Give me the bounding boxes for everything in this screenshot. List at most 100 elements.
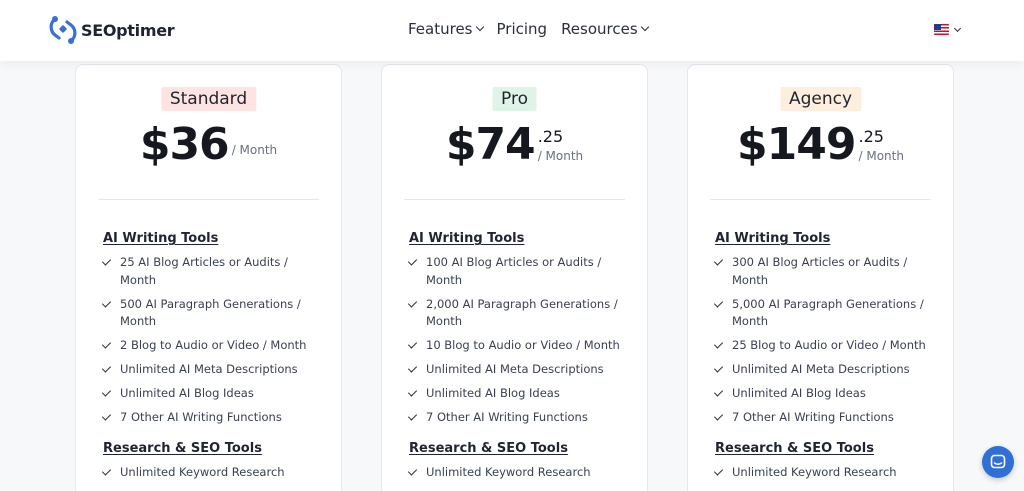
feature-item: Unlimited AI Meta Descriptions — [713, 361, 937, 379]
divider — [404, 199, 625, 200]
feature-item-label: Unlimited AI Blog Ideas — [732, 386, 866, 400]
nav-pricing[interactable]: Pricing — [497, 20, 548, 38]
feature-item: 300 AI Blog Articles or Audits / Month — [713, 254, 937, 289]
nav-pricing-label: Pricing — [496, 20, 548, 38]
plan-name: Pro — [492, 87, 537, 111]
feature-item: 7 Other AI Writing Functions — [101, 409, 325, 427]
feature-item-label: Unlimited Keyword Research — [120, 464, 285, 479]
feature-item: 7 Other AI Writing Functions — [713, 409, 937, 427]
feature-item: Unlimited Keyword Research — [101, 464, 325, 482]
feature-item: 5,000 AI Paragraph Generations / Month — [713, 296, 937, 331]
feature-item-label: Unlimited AI Meta Descriptions — [426, 362, 604, 376]
nav-features-label: Features — [408, 20, 473, 38]
feature-item-label: Unlimited AI Meta Descriptions — [732, 362, 910, 376]
price-period: / Month — [231, 143, 278, 157]
feature-item: 100 AI Blog Articles or Audits / Month — [407, 254, 631, 289]
feature-item-label: 100 AI Blog Articles or Audits / Month — [426, 255, 602, 287]
chat-icon — [990, 454, 1006, 469]
plan-card-pro: Pro $74.25 / Month AI Writing Tools 100 AI B… — [381, 64, 648, 491]
logo[interactable]: SEOptimer — [48, 14, 175, 46]
logo-text: SEOptimer — [81, 20, 175, 40]
feature-item: Unlimited AI Meta Descriptions — [407, 361, 631, 379]
nav-resources-label: Resources — [561, 20, 638, 38]
feature-item-label: Unlimited Keyword Research — [732, 464, 897, 479]
feature-item-label: Unlimited AI Blog Ideas — [426, 386, 560, 400]
divider — [710, 199, 931, 200]
us-flag-icon — [934, 24, 949, 35]
chat-button[interactable] — [982, 446, 1014, 478]
feature-section-title[interactable]: AI Writing Tools — [103, 231, 325, 246]
feature-item-label: Unlimited AI Meta Descriptions — [120, 362, 298, 376]
checkmark-icon — [407, 339, 418, 349]
feature-item-label: Unlimited AI Blog Ideas — [120, 386, 254, 400]
feature-item: Unlimited AI Meta Descriptions — [101, 361, 325, 379]
price-side: .25 / Month — [537, 123, 584, 164]
language-selector[interactable] — [934, 24, 962, 35]
feature-item: 7 Other AI Writing Functions — [407, 409, 631, 427]
checkmark-icon — [713, 256, 724, 266]
seoptimer-logo-icon — [49, 16, 77, 44]
feature-section-title[interactable]: Research & SEO Tools — [715, 441, 937, 456]
plan-card-standard: Standard $36/ Month AI Writing Tools 25 AI … — [75, 64, 342, 491]
plan-price: $74.25/ Month — [382, 123, 647, 167]
checkmark-icon — [101, 387, 112, 397]
feature-item-label: Unlimited Keyword Research — [426, 464, 591, 479]
chevron-down-icon — [953, 24, 962, 32]
feature-item: 500 AI Paragraph Generations / Month — [101, 296, 325, 331]
feature-item: Track 25 Keywords Across 1 Sites — [101, 488, 325, 491]
chevron-down-icon — [475, 22, 484, 32]
feature-item: Unlimited Keyword Research — [713, 464, 937, 482]
checkmark-icon — [713, 363, 724, 373]
checkmark-icon — [101, 339, 112, 349]
price-side: / Month — [232, 123, 277, 157]
price-amount: $149 — [737, 119, 856, 170]
feature-section-title[interactable]: Research & SEO Tools — [409, 441, 631, 456]
feature-item-label: 7 Other AI Writing Functions — [120, 410, 282, 424]
plan-price: $149.25/ Month — [688, 123, 953, 167]
checkmark-icon — [713, 465, 724, 476]
feature-section-title[interactable]: AI Writing Tools — [715, 231, 937, 246]
feature-item: 2,000 AI Paragraph Generations / Month — [407, 296, 631, 331]
checkmark-icon — [407, 411, 418, 421]
feature-item-label: 10 Blog to Audio or Video / Month — [426, 338, 620, 352]
plan-card-agency: Agency $149.25 / Month AI Writing Tools 300 … — [687, 64, 954, 491]
feature-section-title[interactable]: AI Writing Tools — [409, 231, 631, 246]
price-period: / Month — [537, 149, 584, 163]
checkmark-icon — [407, 256, 418, 266]
checkmark-icon — [101, 256, 112, 266]
checkmark-icon — [407, 297, 418, 308]
chevron-down-icon — [640, 22, 649, 32]
feature-item-label: 500 AI Paragraph Generations / Month — [120, 296, 301, 329]
checkmark-icon — [407, 465, 418, 476]
feature-item-label: 5,000 AI Paragraph Generations / Month — [732, 296, 924, 329]
price-amount: $74 — [445, 119, 536, 170]
feature-item: Unlimited AI Blog Ideas — [713, 385, 937, 403]
price-cents: .25 — [537, 127, 564, 146]
feature-item: 10 Blog to Audio or Video / Month — [407, 337, 631, 355]
price-cents: .25 — [858, 127, 884, 146]
feature-item-label: 2 Blog to Audio or Video / Month — [120, 338, 307, 352]
checkmark-icon — [101, 465, 112, 476]
feature-item: Unlimited AI Blog Ideas — [101, 385, 325, 403]
feature-item: 25 Blog to Audio or Video / Month — [713, 337, 937, 355]
feature-item: Unlimited AI Blog Ideas — [407, 385, 631, 403]
feature-list: AI Writing Tools 25 AI Blog Articles or A… — [101, 231, 325, 491]
site-header: SEOptimer Features Pricing Resources — [0, 0, 1024, 61]
price-side: .25 / Month — [858, 123, 904, 164]
nav-features[interactable]: Features — [408, 20, 484, 38]
feature-item: Unlimited Keyword Research — [407, 464, 631, 482]
divider — [98, 199, 319, 200]
plan-name: Standard — [160, 87, 257, 111]
feature-item: 25 AI Blog Articles or Audits / Month — [101, 254, 325, 289]
feature-item-label: 2,000 AI Paragraph Generations / Month — [426, 296, 618, 329]
feature-section-title[interactable]: Research & SEO Tools — [103, 441, 325, 456]
feature-list: AI Writing Tools 300 AI Blog Articles or … — [713, 231, 937, 488]
feature-item-label: 25 AI Blog Articles or Audits / Month — [120, 255, 288, 287]
checkmark-icon — [101, 297, 112, 308]
pricing-page: SEOptimer Features Pricing Resources Sta… — [0, 0, 1024, 491]
feature-item: 2 Blog to Audio or Video / Month — [101, 337, 325, 355]
checkmark-icon — [713, 339, 724, 349]
plan-name: Agency — [779, 87, 862, 111]
checkmark-icon — [407, 363, 418, 373]
nav-resources[interactable]: Resources — [561, 20, 649, 38]
